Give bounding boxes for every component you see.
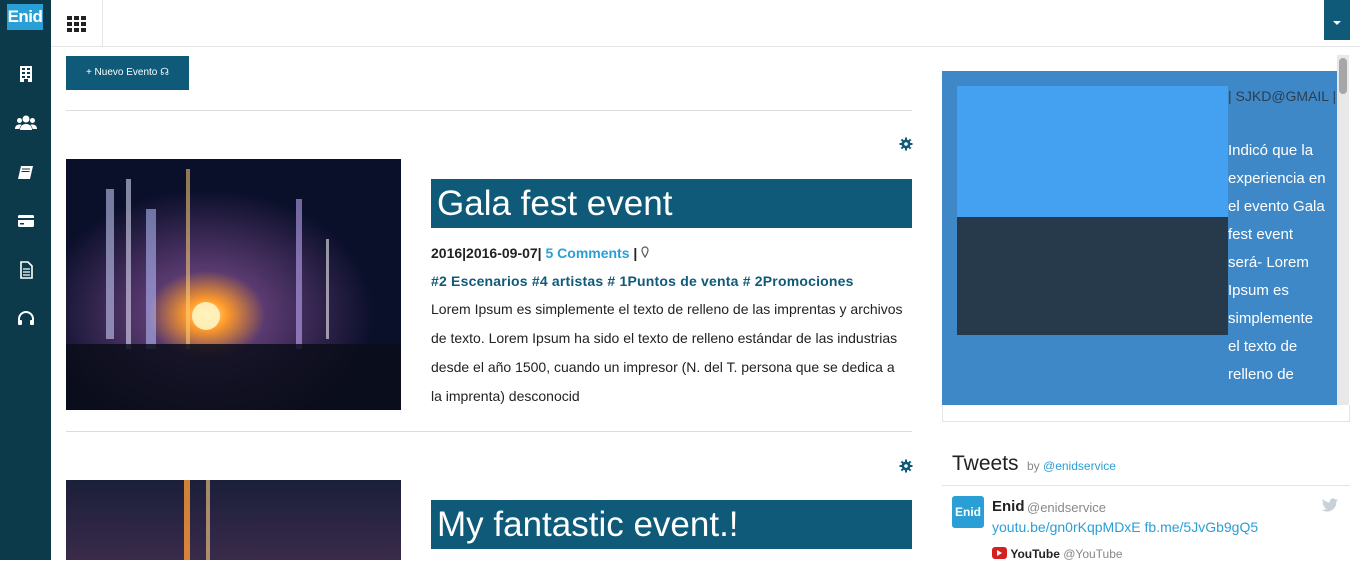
tweet-author-name[interactable]: Enid xyxy=(992,498,1025,515)
users-icon[interactable] xyxy=(13,111,39,135)
comments-link[interactable]: 5 Comments xyxy=(545,245,629,261)
event-settings-gear-icon[interactable] xyxy=(899,459,913,473)
retweet-name[interactable]: YouTube xyxy=(1010,547,1060,561)
headset-icon[interactable] xyxy=(13,307,39,331)
testimonial-text: Indicó que la experiencia en el evento G… xyxy=(1228,142,1326,383)
credit-card-icon[interactable] xyxy=(13,209,39,233)
testimonial-email: | SJKD@GMAIL | xyxy=(1228,88,1337,104)
tweets-by: by @enidservice xyxy=(1027,459,1116,473)
event-date: 2016|2016-09-07| xyxy=(431,245,542,261)
divider xyxy=(66,431,912,432)
event-description: Lorem Ipsum es simplemente el texto de r… xyxy=(431,301,903,404)
event-meta: 2016|2016-09-07| 5 Comments | xyxy=(431,245,649,261)
event-title[interactable]: My fantastic event.! xyxy=(431,500,912,549)
meta-separator: | xyxy=(633,245,642,261)
event-title[interactable]: Gala fest event xyxy=(431,179,912,228)
event-image[interactable] xyxy=(66,480,401,560)
tweet-retweet-row: YouTube @YouTube xyxy=(992,547,1123,561)
apps-grid-button[interactable] xyxy=(51,0,103,47)
retweet-handle[interactable]: @YouTube xyxy=(1063,547,1122,561)
building-icon[interactable] xyxy=(13,62,39,86)
app-logo[interactable]: Enid xyxy=(7,4,43,30)
tweet-links[interactable]: youtu.be/gn0rKqpMDxE fb.me/5JvGb9gQ5 xyxy=(992,519,1258,535)
event-tags[interactable]: #2 Escenarios #4 artistas # 1Puntos de v… xyxy=(431,273,854,289)
divider xyxy=(942,485,1350,486)
testimonial-panel-footer xyxy=(942,405,1350,422)
grid-icon xyxy=(67,16,86,32)
testimonial-image-shade xyxy=(957,217,1228,335)
event-settings-gear-icon[interactable] xyxy=(899,137,913,151)
divider xyxy=(66,110,912,111)
sidebar: Enid xyxy=(0,0,51,560)
book-icon[interactable] xyxy=(13,160,39,184)
tweets-by-handle[interactable]: @enidservice xyxy=(1043,459,1116,473)
top-bar xyxy=(51,0,1360,47)
scrollbar-thumb[interactable] xyxy=(1339,58,1347,94)
testimonial-card: | SJKD@GMAIL | Indicó que la experiencia… xyxy=(942,71,1337,405)
new-event-button[interactable]: + Nuevo Evento ☊ xyxy=(66,56,189,90)
twitter-bird-icon[interactable] xyxy=(1321,497,1339,513)
tweets-by-label: by xyxy=(1027,459,1040,473)
youtube-icon xyxy=(992,547,1007,559)
tweets-heading: Tweets xyxy=(952,452,1019,475)
document-icon[interactable] xyxy=(13,258,39,282)
testimonial-image xyxy=(957,86,1228,217)
location-pin-icon xyxy=(641,245,649,259)
user-dropdown-button[interactable] xyxy=(1324,0,1350,40)
testimonial-scrollbar[interactable] xyxy=(1337,55,1349,405)
tweet-avatar[interactable]: Enid xyxy=(952,496,984,528)
tweet-author-handle[interactable]: @enidservice xyxy=(1027,500,1106,515)
event-image[interactable] xyxy=(66,159,401,410)
